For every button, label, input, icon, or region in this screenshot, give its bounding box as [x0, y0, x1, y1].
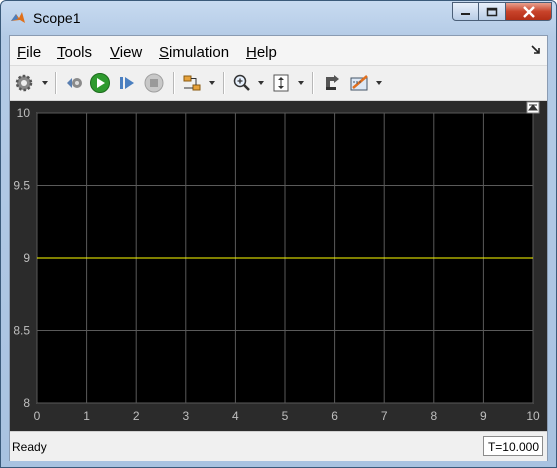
window-title: Scope1	[33, 10, 81, 26]
maximize-icon	[486, 7, 498, 16]
x-tick-label: 9	[480, 409, 487, 423]
minimize-icon	[461, 13, 470, 15]
settings-button[interactable]	[13, 72, 35, 94]
step-back-button[interactable]	[63, 72, 85, 94]
toolbar-separator	[55, 72, 57, 94]
y-tick-label: 9.5	[13, 179, 30, 193]
x-tick-label: 2	[133, 409, 140, 423]
step-forward-button[interactable]	[116, 72, 138, 94]
undock-axes-icon[interactable]	[526, 101, 540, 114]
zoom-dropdown-caret[interactable]	[258, 81, 264, 85]
y-tick-label: 9	[23, 251, 30, 265]
x-tick-label: 8	[430, 409, 437, 423]
x-tick-label: 3	[182, 409, 189, 423]
status-bar: Ready T=10.000	[10, 431, 547, 461]
stop-icon	[144, 73, 164, 93]
maximize-button[interactable]	[479, 2, 506, 21]
measurements-icon	[350, 75, 368, 91]
x-tick-label: 0	[34, 409, 41, 423]
run-icon	[90, 73, 110, 93]
stop-button[interactable]	[143, 72, 165, 94]
x-tick-label: 10	[526, 409, 540, 423]
title-bar[interactable]: Scope1	[1, 1, 556, 35]
scope-plot-area[interactable]: 0 1 2 3 4 5 6 7 8 9 10 8 8.5 9 9.5 10	[10, 101, 547, 431]
close-icon	[522, 5, 535, 18]
x-tick-label: 7	[381, 409, 388, 423]
y-tick-label: 8.5	[13, 324, 30, 338]
autoscale-button[interactable]	[270, 72, 292, 94]
matlab-icon	[11, 12, 25, 23]
scope-chart[interactable]: 0 1 2 3 4 5 6 7 8 9 10 8 8.5 9 9.5 10	[10, 101, 547, 431]
x-tick-label: 6	[331, 409, 338, 423]
menu-help[interactable]: Help	[246, 44, 277, 61]
dock-arrow-icon[interactable]	[531, 45, 541, 55]
toolbar-separator	[173, 72, 175, 94]
x-tick-label: 4	[232, 409, 239, 423]
status-text: Ready	[12, 440, 47, 454]
scope-window: Scope1 File Tools View Simulation Help 0…	[0, 0, 557, 468]
y-tick-label: 8	[23, 396, 30, 410]
signal-selector-icon	[183, 75, 201, 91]
measurements-button[interactable]	[349, 72, 371, 94]
menu-simulation[interactable]: Simulation	[159, 44, 229, 61]
scope-client-area: File Tools View Simulation Help 0 1 2 3 …	[9, 35, 548, 461]
close-button[interactable]	[506, 2, 552, 21]
simulation-time: T=10.000	[483, 436, 543, 456]
y-tick-label: 10	[17, 106, 31, 120]
menu-view[interactable]: View	[110, 44, 142, 61]
caption-buttons	[452, 2, 552, 23]
run-button[interactable]	[89, 72, 111, 94]
menu-tools[interactable]: Tools	[57, 44, 92, 61]
toolbar-separator	[223, 72, 225, 94]
signal-selector-button[interactable]	[181, 72, 203, 94]
toolbar-separator	[312, 72, 314, 94]
toolbar	[10, 66, 547, 101]
highlight-block-button[interactable]	[321, 72, 343, 94]
autoscale-dropdown-caret[interactable]	[298, 81, 304, 85]
x-tick-label: 1	[83, 409, 90, 423]
step-forward-icon	[120, 77, 134, 89]
autoscale-icon	[273, 74, 289, 92]
settings-icon	[15, 74, 33, 92]
minimize-button[interactable]	[452, 2, 479, 21]
highlight-block-icon	[326, 75, 339, 90]
settings-dropdown-caret[interactable]	[42, 81, 48, 85]
step-back-icon	[67, 78, 82, 88]
zoom-in-icon	[233, 74, 250, 91]
menu-file[interactable]: File	[17, 44, 41, 61]
menu-bar: File Tools View Simulation Help	[10, 36, 547, 66]
zoom-in-button[interactable]	[231, 72, 253, 94]
signal-selector-dropdown-caret[interactable]	[209, 81, 215, 85]
x-tick-label: 5	[282, 409, 289, 423]
measurements-dropdown-caret[interactable]	[376, 81, 382, 85]
